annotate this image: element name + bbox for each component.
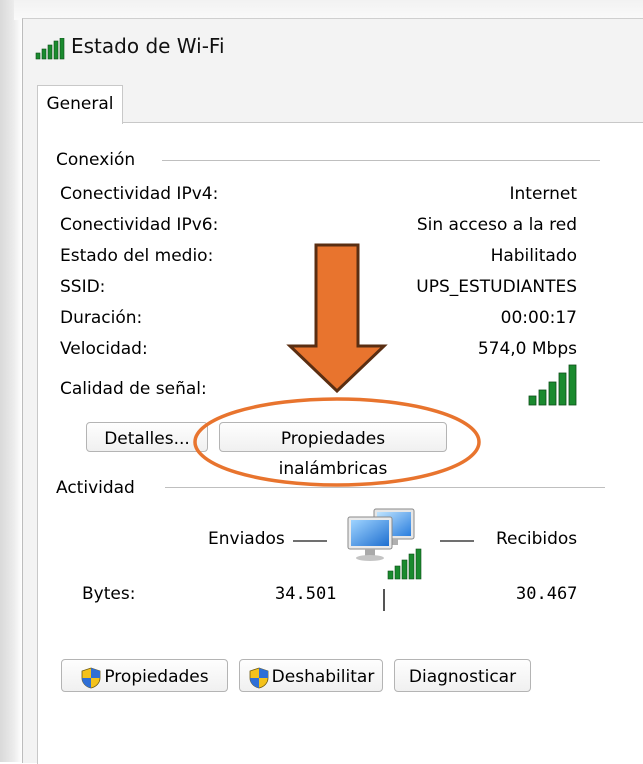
window-title: Estado de Wi-Fi (71, 34, 225, 58)
signal-quality-label: Calidad de señal: (60, 379, 207, 399)
ipv6-value: Sin acceso a la red (416, 215, 577, 235)
wifi-signal-icon (35, 38, 65, 60)
ipv4-value: Internet (509, 184, 577, 204)
duration-label: Duración: (60, 308, 143, 328)
activity-divider (165, 487, 605, 488)
properties-button[interactable]: Propiedades (61, 659, 228, 692)
connection-divider (162, 160, 600, 161)
ssid-value: UPS_ESTUDIANTES (416, 277, 577, 297)
received-label: Recibidos (496, 529, 578, 549)
ssid-label: SSID: (60, 277, 106, 297)
details-button[interactable]: Detalles... (86, 422, 208, 452)
title-bar[interactable]: Estado de Wi-Fi (23, 19, 643, 77)
activity-separator (383, 589, 385, 611)
sent-dash (293, 540, 327, 542)
bytes-label: Bytes: (82, 584, 136, 604)
background-strip (14, 0, 643, 20)
connection-section-title: Conexión (56, 150, 142, 170)
bytes-received-value: 30.467 (516, 584, 578, 604)
duration-value: 00:00:17 (500, 308, 577, 328)
media-state-value: Habilitado (490, 246, 577, 266)
activity-section-title: Actividad (56, 478, 141, 498)
signal-quality-icon (528, 364, 577, 406)
details-button-label: Detalles... (104, 429, 190, 449)
tab-general[interactable]: General (37, 85, 123, 124)
network-computers-icon (347, 508, 422, 580)
received-dash (440, 540, 474, 542)
properties-button-label: Propiedades (104, 667, 209, 687)
disable-button-label: Deshabilitar (271, 667, 375, 687)
disable-button[interactable]: Deshabilitar (239, 659, 383, 692)
sent-label: Enviados (208, 529, 285, 549)
annotation-arrow-icon (286, 243, 388, 393)
ipv6-label: Conectividad IPv6: (60, 215, 219, 235)
speed-value: 574,0 Mbps (477, 339, 577, 359)
media-state-label: Estado del medio: (60, 246, 214, 266)
diagnose-button[interactable]: Diagnosticar (394, 659, 531, 692)
speed-label: Velocidad: (60, 339, 148, 359)
uac-shield-icon (249, 667, 269, 688)
bytes-sent-value: 34.501 (275, 584, 337, 604)
annotation-ellipse (193, 397, 481, 487)
uac-shield-icon (81, 667, 101, 688)
ipv4-label: Conectividad IPv4: (60, 184, 219, 204)
diagnose-button-label: Diagnosticar (408, 667, 517, 687)
